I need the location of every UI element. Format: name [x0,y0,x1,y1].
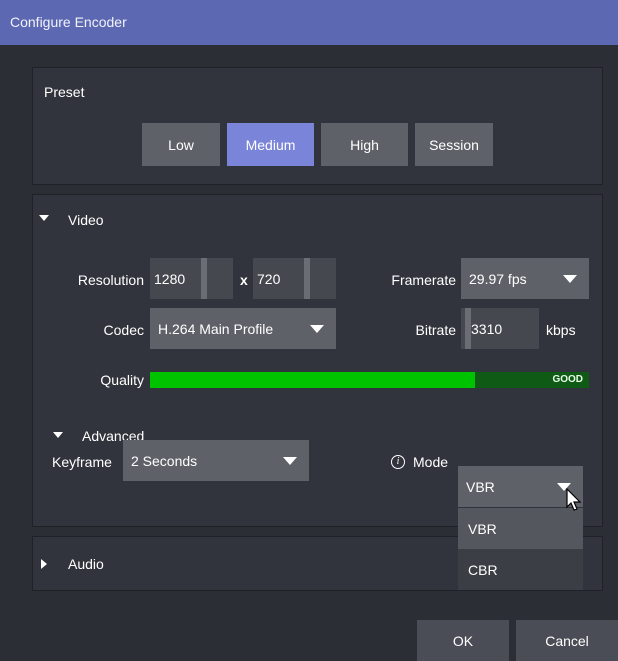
resolution-width-input[interactable]: 1280 [150,258,233,299]
preset-label: Preset [44,84,85,100]
codec-value: H.264 Main Profile [158,320,274,337]
quality-label: Quality [100,372,144,388]
window-title: Configure Encoder [10,14,127,30]
resolution-height-input[interactable]: 720 [253,258,336,299]
mode-dropdown-menu: VBR CBR [458,508,583,590]
resolution-label: Resolution [77,272,144,288]
bitrate-value: 3310 [471,320,503,337]
codec-label: Codec [103,322,144,338]
codec-dropdown[interactable]: H.264 Main Profile [150,308,336,349]
ok-button[interactable]: OK [417,620,509,661]
resolution-width-value: 1280 [154,270,186,287]
window-title-bar: Configure Encoder [0,0,618,45]
chevron-down-icon [310,325,324,333]
preset-panel [32,67,603,185]
quality-status-text: GOOD [552,374,583,385]
resolution-height-drag-handle[interactable] [304,258,310,299]
chevron-down-icon [283,457,297,465]
audio-section-label[interactable]: Audio [68,556,104,572]
quality-meter-fill [150,372,475,388]
chevron-down-icon [563,275,577,283]
bitrate-input[interactable]: 3310 [461,308,539,349]
framerate-value: 29.97 fps [469,270,527,287]
bitrate-unit-label: kbps [546,322,576,338]
mode-option-cbr[interactable]: CBR [458,549,583,590]
bitrate-drag-handle[interactable] [465,308,471,349]
mode-value: VBR [466,478,495,495]
mouse-cursor-icon [566,488,582,511]
mode-dropdown[interactable]: VBR [458,466,583,507]
audio-expand-icon[interactable] [41,559,47,569]
preset-high-button[interactable]: High [321,123,408,166]
quality-meter: GOOD [150,372,589,388]
video-section-label[interactable]: Video [68,212,104,228]
preset-medium-button[interactable]: Medium [227,123,314,166]
mode-option-vbr[interactable]: VBR [458,508,583,549]
preset-low-button[interactable]: Low [142,123,220,166]
resolution-width-drag-handle[interactable] [201,258,207,299]
preset-session-button[interactable]: Session [415,123,493,166]
framerate-label: Framerate [391,272,456,288]
mode-label: Mode [413,454,449,470]
info-icon[interactable]: i [391,455,405,469]
advanced-collapse-icon[interactable] [53,432,63,438]
framerate-dropdown[interactable]: 29.97 fps [461,258,589,299]
bitrate-label: Bitrate [415,322,456,338]
video-collapse-icon[interactable] [39,215,49,221]
keyframe-label: Keyframe [52,454,112,470]
resolution-x-label: x [240,272,248,288]
keyframe-value: 2 Seconds [131,452,198,469]
resolution-height-value: 720 [257,270,281,287]
keyframe-dropdown[interactable]: 2 Seconds [123,440,309,481]
cancel-button[interactable]: Cancel [516,620,618,661]
